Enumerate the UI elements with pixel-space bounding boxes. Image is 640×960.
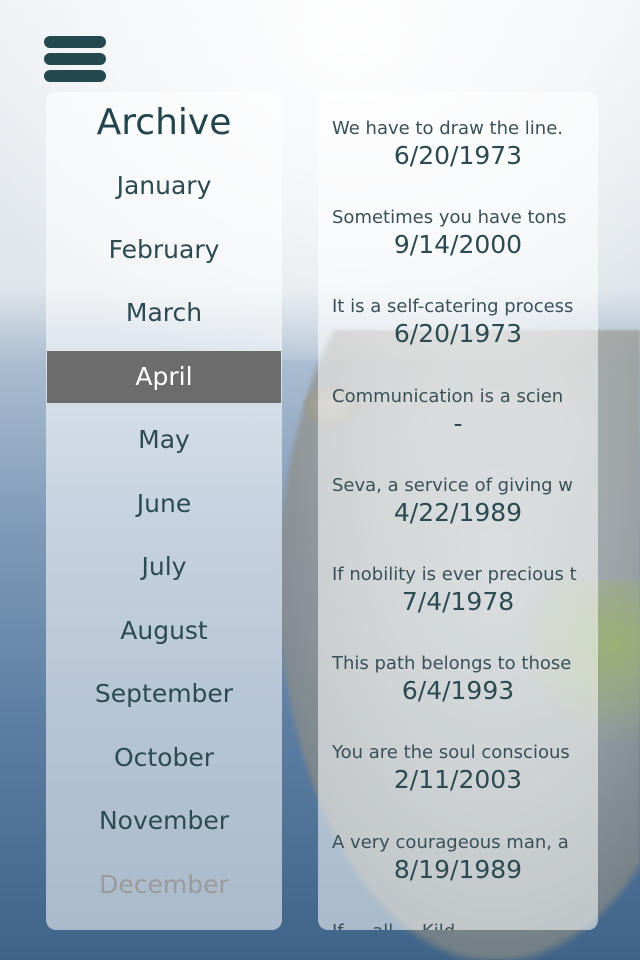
entry-item[interactable]: You are the soul conscious 2/11/2003	[318, 742, 598, 794]
entry-snippet: This path belongs to those	[332, 653, 572, 675]
entry-item[interactable]: Communication is a scien -	[318, 386, 598, 438]
entry-item[interactable]: A very courageous man, a 8/19/1989	[318, 832, 598, 884]
entry-snippet: Seva, a service of giving w	[332, 474, 574, 496]
month-item-may[interactable]: May	[47, 414, 281, 466]
month-item-june[interactable]: June	[47, 478, 281, 530]
entry-date: 2/11/2003	[393, 765, 523, 795]
menu-bar-top	[44, 36, 106, 48]
entry-item[interactable]: This path belongs to those 6/4/1993	[318, 653, 598, 705]
archive-title: Archive	[96, 102, 232, 143]
entry-date: 6/20/1973	[393, 141, 523, 170]
entry-date: 6/20/1973	[393, 319, 523, 349]
month-item-august[interactable]: August	[47, 605, 281, 657]
month-item-july[interactable]: July	[47, 541, 281, 593]
entry-snippet: If ... all ... Kild	[318, 921, 598, 930]
entry-date: 8/19/1989	[393, 854, 523, 884]
entry-date: 4/22/1989	[393, 497, 523, 527]
entry-item[interactable]: Sometimes you have tons 9/14/2000	[318, 207, 598, 259]
entries-panel: We have to draw the line. 6/20/1973 Someti…	[318, 92, 598, 930]
entry-snippet: Sometimes you have tons	[332, 207, 567, 229]
entry-snippet: You are the soul conscious	[332, 742, 570, 764]
entry-snippet: We have to draw the line.	[332, 118, 563, 139]
entry-date: 6/4/1993	[401, 676, 515, 706]
hamburger-menu-button[interactable]	[44, 36, 106, 82]
month-item-april[interactable]: April	[47, 350, 281, 403]
entry-snippet: If nobility is ever precious t	[332, 564, 577, 585]
entry-snippet: Communication is a scien	[332, 385, 564, 407]
menu-bar-middle	[44, 53, 106, 65]
entry-snippet: A very courageous man, a	[332, 831, 569, 853]
month-item-december[interactable]: December	[47, 859, 281, 911]
entry-item[interactable]: If nobility is ever precious t 7/4/1978	[318, 564, 598, 616]
entry-item[interactable]: If ... all ... Kild	[318, 921, 598, 930]
month-item-october[interactable]: October	[47, 732, 281, 784]
entry-date: 7/4/1978	[401, 587, 515, 616]
month-item-march[interactable]: March	[47, 287, 281, 339]
month-item-september[interactable]: September	[47, 668, 281, 720]
entry-snippet: It is a self-catering process	[332, 296, 574, 318]
entry-date: -	[453, 408, 463, 438]
month-item-january[interactable]: January	[47, 160, 281, 212]
month-item-february[interactable]: February	[47, 224, 281, 276]
entry-item[interactable]: Seva, a service of giving w 4/22/1989	[318, 475, 598, 527]
menu-bar-bottom	[44, 70, 106, 82]
entry-item[interactable]: It is a self-catering process 6/20/1973	[318, 296, 598, 348]
entry-date: 9/14/2000	[393, 230, 523, 260]
month-item-november[interactable]: November	[47, 795, 281, 847]
entry-item[interactable]: We have to draw the line. 6/20/1973	[318, 118, 598, 170]
